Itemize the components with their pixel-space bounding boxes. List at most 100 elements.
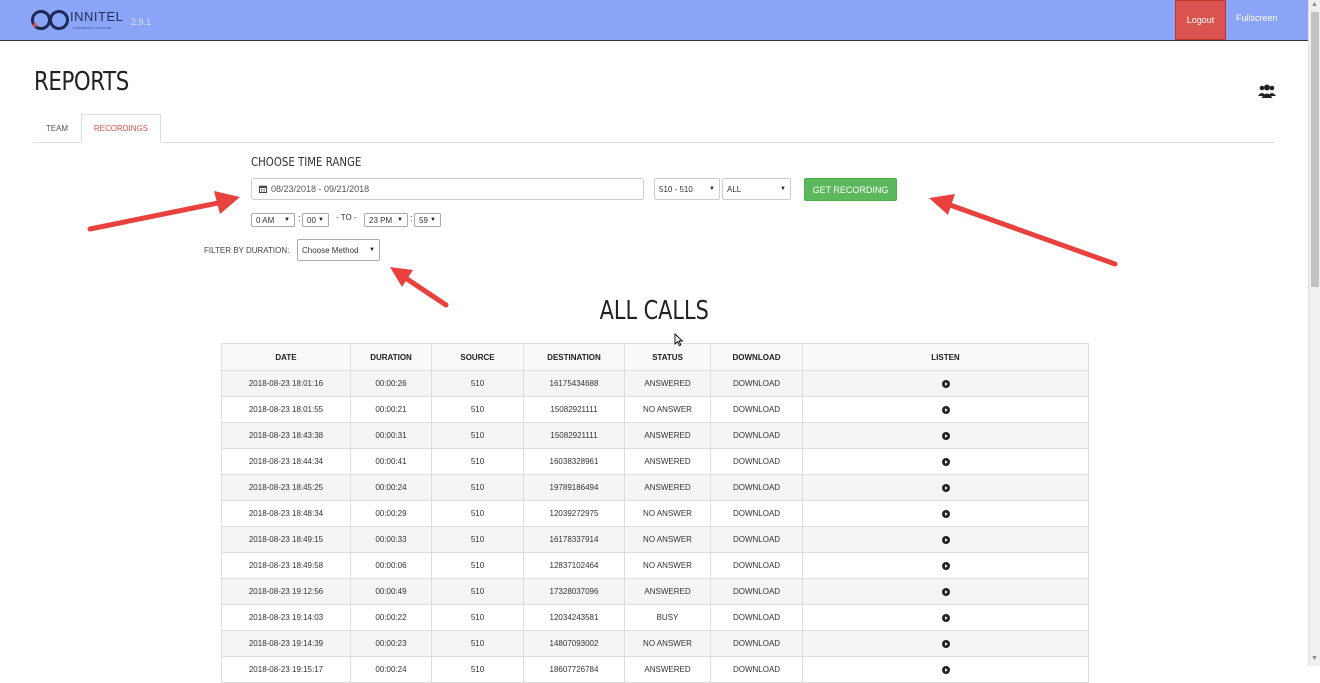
play-icon[interactable]: [941, 483, 950, 492]
chevron-down-icon: ▼: [284, 217, 290, 223]
download-link[interactable]: DOWNLOAD: [710, 578, 803, 605]
column-header-status[interactable]: STATUS: [624, 343, 711, 371]
row-status: NO ANSWER: [624, 552, 711, 579]
download-link[interactable]: DOWNLOAD: [710, 422, 803, 449]
logout-button[interactable]: Logout: [1175, 0, 1226, 40]
scroll-thumb[interactable]: [1311, 12, 1319, 287]
row-duration: 00:00:06: [350, 552, 432, 579]
extension-value: 510 - 510: [659, 184, 693, 194]
row-date: 2018-08-23 19:15:17: [221, 656, 351, 683]
row-destination: 14807093002: [523, 630, 625, 657]
extension-select[interactable]: 510 - 510 ▼: [654, 178, 720, 200]
download-link[interactable]: DOWNLOAD: [710, 552, 803, 579]
play-icon[interactable]: [941, 587, 950, 596]
scope-select[interactable]: ALL ▼: [722, 178, 791, 200]
play-icon[interactable]: [941, 665, 950, 674]
download-link[interactable]: DOWNLOAD: [710, 656, 803, 683]
play-icon[interactable]: [941, 405, 950, 414]
download-link[interactable]: DOWNLOAD: [710, 448, 803, 475]
play-icon[interactable]: [941, 561, 950, 570]
download-link[interactable]: DOWNLOAD: [710, 604, 803, 631]
table-row: 2018-08-23 19:15:17 00:00:24 510 1860772678…: [221, 656, 1089, 683]
play-icon[interactable]: [941, 379, 950, 388]
row-date: 2018-08-23 18:49:58: [221, 552, 351, 579]
download-link[interactable]: DOWNLOAD: [710, 396, 803, 423]
download-link[interactable]: DOWNLOAD: [710, 370, 803, 397]
download-link[interactable]: DOWNLOAD: [710, 526, 803, 553]
row-status: ANSWERED: [624, 448, 711, 475]
table-row: 2018-08-23 18:45:25 00:00:24 510 1978918649…: [221, 474, 1089, 501]
calendar-icon: [259, 185, 267, 193]
tab-team[interactable]: TEAM: [33, 114, 81, 142]
row-date: 2018-08-23 19:14:03: [221, 604, 351, 631]
row-source: 510: [431, 422, 524, 449]
time-separator: :: [298, 213, 301, 223]
row-duration: 00:00:49: [350, 578, 432, 605]
column-header-download[interactable]: DOWNLOAD: [710, 343, 803, 371]
table-row: 2018-08-23 18:01:16 00:00:26 510 1617543468…: [221, 370, 1089, 397]
row-date: 2018-08-23 18:01:16: [221, 370, 351, 397]
page-scrollbar[interactable]: ▲ ▼: [1308, 0, 1320, 666]
play-icon[interactable]: [941, 509, 950, 518]
row-destination: 16178337914: [523, 526, 625, 553]
table-row: 2018-08-23 18:43:38 00:00:31 510 1508292111…: [221, 422, 1089, 449]
scroll-down-icon[interactable]: ▼: [1311, 655, 1318, 662]
download-link[interactable]: DOWNLOAD: [710, 630, 803, 657]
from-minute-select[interactable]: 00 ▼: [302, 213, 329, 227]
row-source: 510: [431, 604, 524, 631]
fullscreen-link[interactable]: Fullscreen: [1236, 13, 1278, 23]
column-header-listen[interactable]: LISTEN: [802, 343, 1089, 371]
users-icon[interactable]: [1258, 84, 1276, 98]
row-duration: 00:00:31: [350, 422, 432, 449]
scroll-up-icon[interactable]: ▲: [1311, 1, 1318, 8]
from-hour-select[interactable]: 0 AM ▼: [251, 213, 295, 227]
column-header-duration[interactable]: DURATION: [350, 343, 432, 371]
listen-cell: [802, 630, 1089, 657]
row-status: ANSWERED: [624, 422, 711, 449]
column-header-date[interactable]: DATE: [221, 343, 351, 371]
to-hour-select[interactable]: 23 PM ▼: [364, 213, 408, 227]
time-separator: :: [410, 213, 413, 223]
download-link[interactable]: DOWNLOAD: [710, 474, 803, 501]
from-hour-value: 0 AM: [256, 215, 275, 225]
play-icon[interactable]: [941, 535, 950, 544]
top-navbar: INNITEL innovative telecom 2.9.1 Logout …: [0, 0, 1308, 41]
row-status: NO ANSWER: [624, 396, 711, 423]
listen-cell: [802, 578, 1089, 605]
get-recording-button[interactable]: GET RECORDING: [804, 178, 897, 201]
play-icon[interactable]: [941, 613, 950, 622]
play-icon[interactable]: [941, 431, 950, 440]
row-date: 2018-08-23 19:14:39: [221, 630, 351, 657]
chevron-down-icon: ▼: [318, 217, 324, 223]
listen-cell: [802, 396, 1089, 423]
report-tabs: TEAM RECORDINGS: [33, 114, 1274, 143]
time-range-heading: CHOOSE TIME RANGE: [251, 155, 362, 169]
date-range-value: 08/23/2018 - 09/21/2018: [271, 184, 370, 194]
table-row: 2018-08-23 18:49:15 00:00:33 510 1617833791…: [221, 526, 1089, 553]
to-minute-select[interactable]: 59 ▼: [414, 213, 441, 227]
column-header-source[interactable]: SOURCE: [431, 343, 524, 371]
table-row: 2018-08-23 18:01:55 00:00:21 510 1508292111…: [221, 396, 1089, 423]
arrow-to-get-recording: [929, 194, 1118, 267]
chevron-down-icon: ▼: [397, 217, 403, 223]
row-destination: 12034243581: [523, 604, 625, 631]
tab-recordings[interactable]: RECORDINGS: [81, 114, 161, 143]
table-row: 2018-08-23 19:12:56 00:00:49 510 1732803709…: [221, 578, 1089, 605]
play-icon[interactable]: [941, 639, 950, 648]
duration-method-value: Choose Method: [302, 245, 359, 255]
download-link[interactable]: DOWNLOAD: [710, 500, 803, 527]
row-status: NO ANSWER: [624, 500, 711, 527]
row-source: 510: [431, 656, 524, 683]
calls-heading: ALL CALLS: [0, 296, 1308, 326]
listen-cell: [802, 474, 1089, 501]
play-icon[interactable]: [941, 457, 950, 466]
table-row: 2018-08-23 19:14:39 00:00:23 510 1480709300…: [221, 630, 1089, 657]
listen-cell: [802, 656, 1089, 683]
innitel-logo[interactable]: INNITEL innovative telecom: [30, 6, 125, 34]
row-duration: 00:00:24: [350, 474, 432, 501]
row-duration: 00:00:21: [350, 396, 432, 423]
table-row: 2018-08-23 18:44:34 00:00:41 510 1603832896…: [221, 448, 1089, 475]
duration-method-select[interactable]: Choose Method ▼: [297, 239, 380, 261]
column-header-destination[interactable]: DESTINATION: [523, 343, 625, 371]
date-range-input[interactable]: 08/23/2018 - 09/21/2018: [251, 178, 644, 200]
